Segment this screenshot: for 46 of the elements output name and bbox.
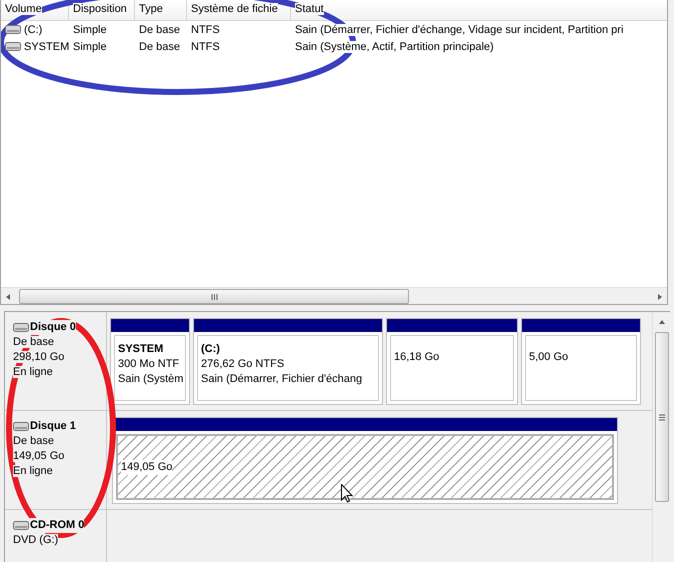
table-cell: Simple [73, 24, 107, 36]
partition-info: 5,00 Go [529, 351, 568, 363]
disk-size: 149,05 Go [13, 450, 64, 462]
grip-icon [658, 414, 664, 420]
disk-name: Disque 1 [30, 419, 76, 434]
disk-type: De base [13, 435, 54, 447]
table-cell: Sain (Système, Actif, Partition principale) [295, 40, 494, 52]
disk-size: 298,10 Go [13, 351, 64, 363]
disk-type: De base [13, 336, 54, 348]
column-header[interactable]: Disposition [73, 3, 127, 15]
drive-name: CD-ROM 0 [30, 518, 84, 533]
partition-info: 16,18 Go [394, 351, 440, 363]
partition-info: 300 Mo NTF [118, 358, 180, 370]
partition-block[interactable]: (C:) 276,62 Go NTFS Sain (Démarrer, Fichier d'échang [197, 335, 379, 401]
partition-info: Sain (Systèm [118, 373, 184, 385]
partition-block[interactable]: 16,18 Go [390, 335, 514, 401]
column-header[interactable]: Volume [5, 3, 42, 15]
scroll-thumb[interactable] [19, 289, 409, 304]
scroll-thumb[interactable] [654, 332, 668, 502]
partition-info: 149,05 Go [121, 460, 172, 475]
vertical-scrollbar[interactable] [652, 312, 670, 562]
table-cell: NTFS [191, 24, 220, 36]
horizontal-scrollbar[interactable] [1, 287, 667, 304]
disk-status: En ligne [13, 366, 53, 378]
table-cell: (C:) [24, 24, 42, 36]
partition-label: SYSTEM [118, 343, 164, 355]
table-cell: SYSTEM [24, 40, 70, 52]
table-cell: Simple [73, 40, 107, 52]
disk-name: Disque 0 [30, 320, 76, 335]
table-cell: Sain (Démarrer, Fichier d'échange, Vidage sur incident, Partition pri [295, 24, 624, 36]
partition-label: (C:) [201, 343, 220, 355]
partition-block[interactable]: 149,05 Go [116, 434, 614, 500]
drive-letter: DVD (G:) [13, 534, 58, 546]
partition-block[interactable]: SYSTEM 300 Mo NTF Sain (Systèm [114, 335, 186, 401]
up-arrow-icon[interactable] [658, 318, 666, 326]
partition-block[interactable]: 5,00 Go [525, 335, 637, 401]
grip-icon [210, 294, 218, 300]
column-header[interactable]: Système de fichie [191, 3, 278, 15]
table-cell: De base [139, 24, 180, 36]
partition-info: 276,62 Go NTFS [201, 358, 284, 370]
disk-status: En ligne [13, 465, 53, 477]
partition-info: Sain (Démarrer, Fichier d'échang [201, 373, 362, 385]
column-header[interactable]: Type [139, 3, 163, 15]
table-cell: NTFS [191, 40, 220, 52]
table-cell: De base [139, 40, 180, 52]
column-header[interactable]: Statut [295, 3, 324, 15]
